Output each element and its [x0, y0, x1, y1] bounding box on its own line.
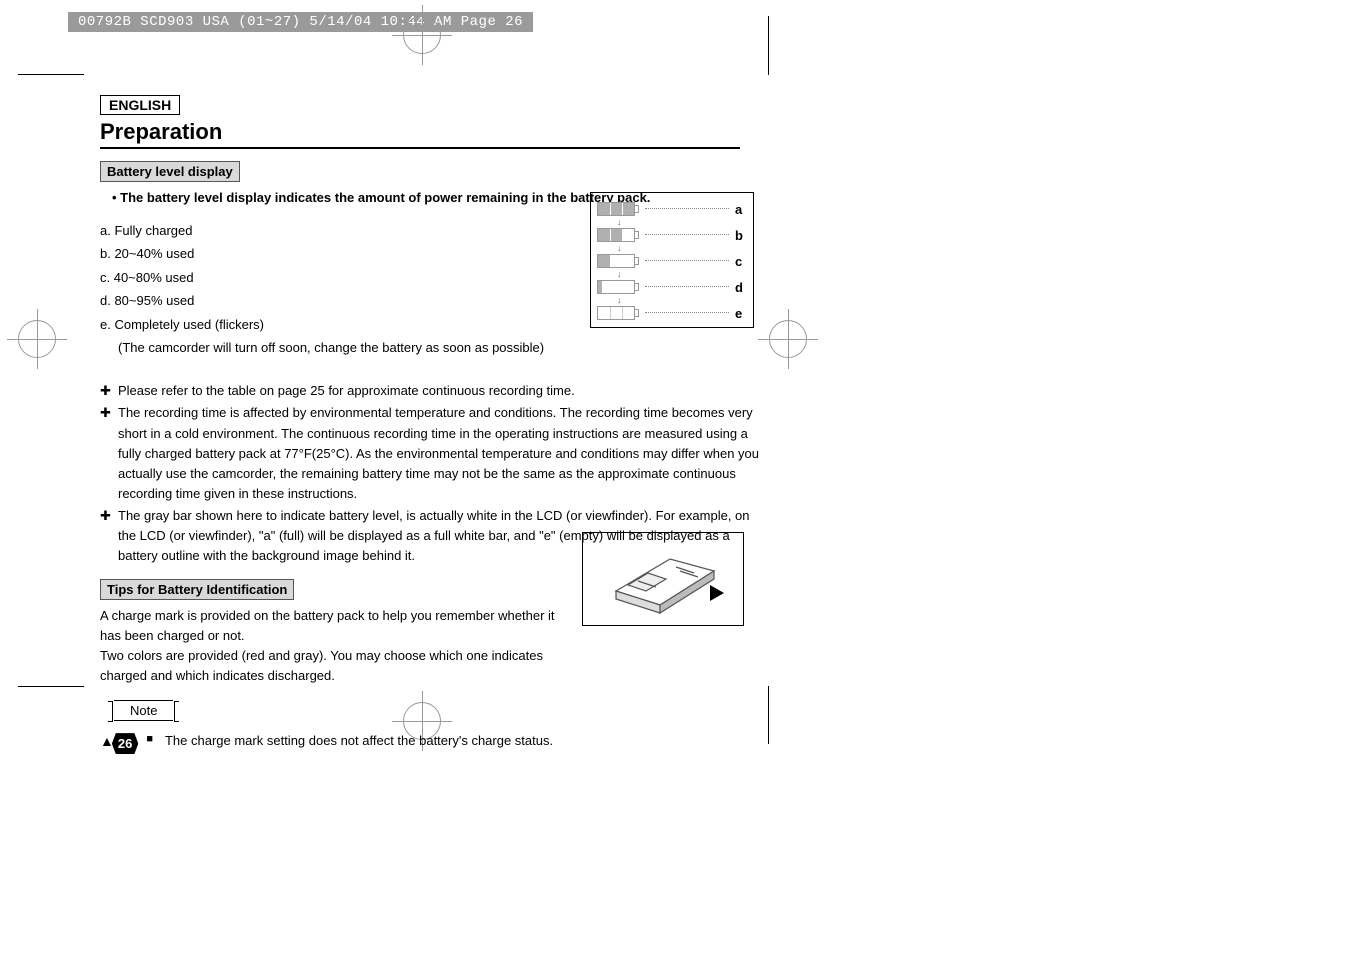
arrow-down-icon: ↓ — [617, 297, 747, 304]
battery-tip-icon — [635, 205, 639, 213]
battery-pack-icon — [598, 543, 728, 615]
battery-row-c: c — [597, 253, 747, 269]
square-bullet-icon: ■ — [146, 733, 153, 745]
registration-mark-top — [403, 16, 441, 54]
language-label: ENGLISH — [100, 95, 180, 115]
battery-level-figure: a ↓ b ↓ c ↓ d ↓ e — [590, 192, 754, 328]
battery-icon — [597, 306, 635, 320]
battery-icon — [597, 254, 635, 268]
note-label: Note — [114, 700, 173, 721]
battery-tip-icon — [635, 283, 639, 291]
section-title: Preparation — [100, 119, 760, 145]
arrow-right-icon — [710, 585, 724, 601]
level-e-sub: (The camcorder will turn off soon, chang… — [100, 336, 760, 359]
figure-label-b: b — [735, 228, 747, 243]
battery-row-d: d — [597, 279, 747, 295]
leader-dots — [645, 312, 729, 314]
note-row: ▲ 26 ■ The charge mark setting does not … — [100, 733, 760, 754]
note-item: ✚ Please refer to the table on page 25 f… — [100, 381, 760, 401]
figure-label-a: a — [735, 202, 747, 217]
figure-label-e: e — [735, 306, 747, 321]
battery-tip-icon — [635, 257, 639, 265]
crop-rule-tr — [768, 74, 769, 75]
plus-icon: ✚ — [100, 506, 118, 566]
tips-text: A charge mark is provided on the battery… — [100, 606, 570, 687]
crop-rule-tl — [18, 74, 84, 75]
note-text-1: Please refer to the table on page 25 for… — [118, 381, 760, 401]
arrow-down-icon: ↓ — [617, 271, 747, 278]
crop-rule-bl — [18, 686, 84, 687]
title-rule — [100, 147, 740, 149]
registration-mark-right — [769, 320, 807, 358]
battery-pack-figure — [582, 532, 744, 626]
battery-tip-icon — [635, 231, 639, 239]
print-header-bar: 00792B SCD903 USA (01~27) 5/14/04 10:44 … — [68, 12, 533, 32]
plus-icon: ✚ — [100, 403, 118, 504]
figure-label-d: d — [735, 280, 747, 295]
arrow-down-icon: ↓ — [617, 245, 747, 252]
battery-icon — [597, 228, 635, 242]
battery-row-b: b — [597, 227, 747, 243]
registration-mark-left — [18, 320, 56, 358]
note-item: ✚ The recording time is affected by envi… — [100, 403, 760, 504]
plus-icon: ✚ — [100, 381, 118, 401]
footnote-text: The charge mark setting does not affect … — [165, 733, 553, 748]
figure-label-c: c — [735, 254, 747, 269]
battery-tip-icon — [635, 309, 639, 317]
leader-dots — [645, 260, 729, 262]
battery-row-e: e — [597, 305, 747, 321]
leader-dots — [645, 286, 729, 288]
leader-dots — [645, 208, 729, 210]
crop-rule-tr-v — [768, 16, 769, 74]
page-number-arrow: ▲ — [100, 733, 114, 749]
leader-dots — [645, 234, 729, 236]
page-number: 26 — [112, 733, 138, 754]
note-text-2: The recording time is affected by enviro… — [118, 403, 760, 504]
battery-level-heading: Battery level display — [100, 161, 240, 182]
tips-heading: Tips for Battery Identification — [100, 579, 294, 600]
arrow-down-icon: ↓ — [617, 219, 747, 226]
crop-rule-br-v — [768, 686, 769, 744]
battery-icon — [597, 202, 635, 216]
battery-icon — [597, 280, 635, 294]
battery-row-a: a — [597, 201, 747, 217]
